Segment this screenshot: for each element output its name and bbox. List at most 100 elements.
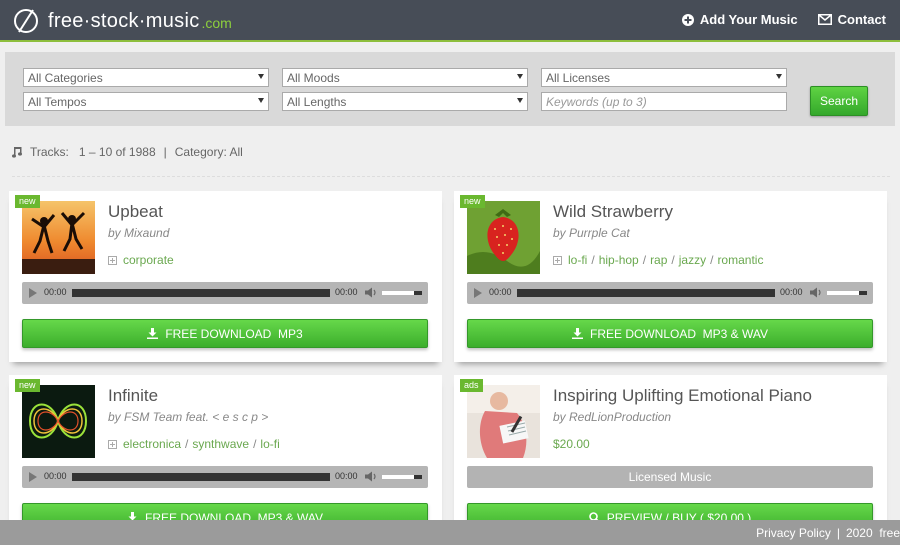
tempos-value: All Tempos: [28, 95, 87, 109]
tag-link[interactable]: corporate: [123, 253, 174, 267]
track-tags: lo-fi / hip-hop / rap / jazzy / romantic: [553, 253, 763, 267]
volume-icon[interactable]: [365, 287, 377, 298]
add-your-music-link[interactable]: Add Your Music: [681, 12, 798, 27]
free-download-button[interactable]: FREE DOWNLOAD MP3 & WAV: [467, 319, 873, 348]
progress-bar[interactable]: [72, 289, 330, 297]
music-note-icon: [12, 146, 22, 158]
licenses-value: All Licenses: [546, 71, 611, 85]
audio-player: 00:00 00:00: [467, 282, 873, 304]
volume-icon[interactable]: [365, 471, 377, 482]
track-thumbnail[interactable]: [22, 201, 95, 274]
category-label: Category: All: [174, 145, 243, 159]
chevron-down-icon: [258, 74, 264, 79]
audio-player: 00:00 00:00: [22, 282, 428, 304]
new-badge: new: [15, 379, 40, 392]
chevron-down-icon: [258, 98, 264, 103]
site-footer: Privacy Policy | 2020 free: [0, 520, 900, 545]
tag-link[interactable]: hip-hop: [599, 253, 639, 267]
volume-slider[interactable]: [382, 291, 422, 295]
envelope-icon: [817, 14, 832, 25]
play-icon[interactable]: [29, 472, 37, 482]
privacy-policy-link[interactable]: Privacy Policy: [756, 526, 831, 540]
expand-tags-icon[interactable]: [108, 255, 117, 265]
track-thumbnail[interactable]: [467, 201, 540, 274]
licenses-select[interactable]: All Licenses: [541, 68, 787, 87]
header-nav: Add Your Music Contact: [681, 12, 886, 27]
tag-link[interactable]: lo-fi: [260, 437, 279, 451]
copyright-text: 2020 free: [845, 526, 900, 540]
categories-select[interactable]: All Categories: [23, 68, 269, 87]
track-author[interactable]: by RedLionProduction: [553, 410, 671, 424]
separator: |: [163, 145, 167, 159]
divider: [12, 176, 890, 177]
track-price: $20.00: [553, 437, 590, 451]
tag-link[interactable]: synthwave: [192, 437, 249, 451]
download-label: FREE DOWNLOAD MP3: [165, 326, 303, 341]
current-time: 00:00: [44, 471, 67, 481]
contact-label: Contact: [837, 12, 886, 27]
contact-link[interactable]: Contact: [817, 12, 886, 27]
logo-tld: .com: [201, 15, 232, 31]
chevron-down-icon: [776, 74, 782, 79]
new-badge: new: [15, 195, 40, 208]
track-author[interactable]: by Purrple Cat: [553, 226, 630, 240]
track-card-upbeat: new Upbeat by Mixaund corporate 00:00 00…: [9, 191, 442, 362]
track-title[interactable]: Upbeat: [108, 202, 163, 222]
track-title[interactable]: Wild Strawberry: [553, 202, 673, 222]
tracks-range: 1 – 10 of 1988: [78, 145, 156, 159]
moods-select[interactable]: All Moods: [282, 68, 528, 87]
disc-slash-icon: [12, 7, 40, 35]
track-author[interactable]: by Mixaund: [108, 226, 169, 240]
track-card-wild-strawberry: new Wild Strawberry by Purrple Cat lo-fi…: [454, 191, 887, 362]
search-button[interactable]: Search: [810, 86, 868, 116]
volume-slider[interactable]: [827, 291, 867, 295]
track-tags: corporate: [108, 253, 174, 267]
free-download-button[interactable]: FREE DOWNLOAD MP3: [22, 319, 428, 348]
logo-text: free·stock·music: [48, 9, 200, 32]
track-author[interactable]: by FSM Team feat. < e s c p >: [108, 410, 268, 424]
tracks-label: Tracks:: [30, 145, 69, 159]
lengths-value: All Lengths: [287, 95, 347, 109]
expand-tags-icon[interactable]: [108, 439, 117, 449]
download-label: FREE DOWNLOAD MP3 & WAV: [589, 326, 769, 341]
licensed-music-label: Licensed Music: [467, 466, 873, 488]
download-icon: [571, 328, 583, 339]
chevron-down-icon: [517, 74, 523, 79]
current-time: 00:00: [44, 287, 67, 297]
chevron-down-icon: [517, 98, 523, 103]
play-icon[interactable]: [29, 288, 37, 298]
track-title[interactable]: Inspiring Uplifting Emotional Piano: [553, 386, 812, 406]
progress-bar[interactable]: [517, 289, 775, 297]
audio-player: 00:00 00:00: [22, 466, 428, 488]
download-icon: [147, 328, 159, 339]
track-thumbnail[interactable]: [467, 385, 540, 458]
categories-value: All Categories: [28, 71, 103, 85]
play-icon[interactable]: [474, 288, 482, 298]
ads-badge: ads: [460, 379, 483, 392]
progress-bar[interactable]: [72, 473, 330, 481]
track-title[interactable]: Infinite: [108, 386, 158, 406]
tag-link[interactable]: romantic: [717, 253, 763, 267]
site-header: free·stock·music .com Add Your Music Con…: [0, 0, 900, 42]
tag-link[interactable]: lo-fi: [568, 253, 587, 267]
lengths-select[interactable]: All Lengths: [282, 92, 528, 111]
site-logo[interactable]: free·stock·music .com: [12, 6, 232, 36]
filter-panel: All Categories All Moods All Licenses Al…: [5, 52, 895, 126]
separator: |: [836, 526, 840, 540]
duration: 00:00: [335, 287, 358, 297]
expand-tags-icon[interactable]: [553, 255, 562, 265]
volume-icon[interactable]: [810, 287, 822, 298]
track-thumbnail[interactable]: [22, 385, 95, 458]
tag-link[interactable]: electronica: [123, 437, 181, 451]
tag-link[interactable]: rap: [650, 253, 667, 267]
tempos-select[interactable]: All Tempos: [23, 92, 269, 111]
duration: 00:00: [335, 471, 358, 481]
plus-circle-icon: [681, 13, 694, 26]
volume-slider[interactable]: [382, 475, 422, 479]
keywords-input[interactable]: Keywords (up to 3): [541, 92, 787, 111]
new-badge: new: [460, 195, 485, 208]
add-your-music-label: Add Your Music: [699, 12, 798, 27]
tag-link[interactable]: jazzy: [679, 253, 706, 267]
footer-links: Privacy Policy | 2020 free: [756, 526, 900, 540]
track-tags: electronica / synthwave / lo-fi: [108, 437, 280, 451]
